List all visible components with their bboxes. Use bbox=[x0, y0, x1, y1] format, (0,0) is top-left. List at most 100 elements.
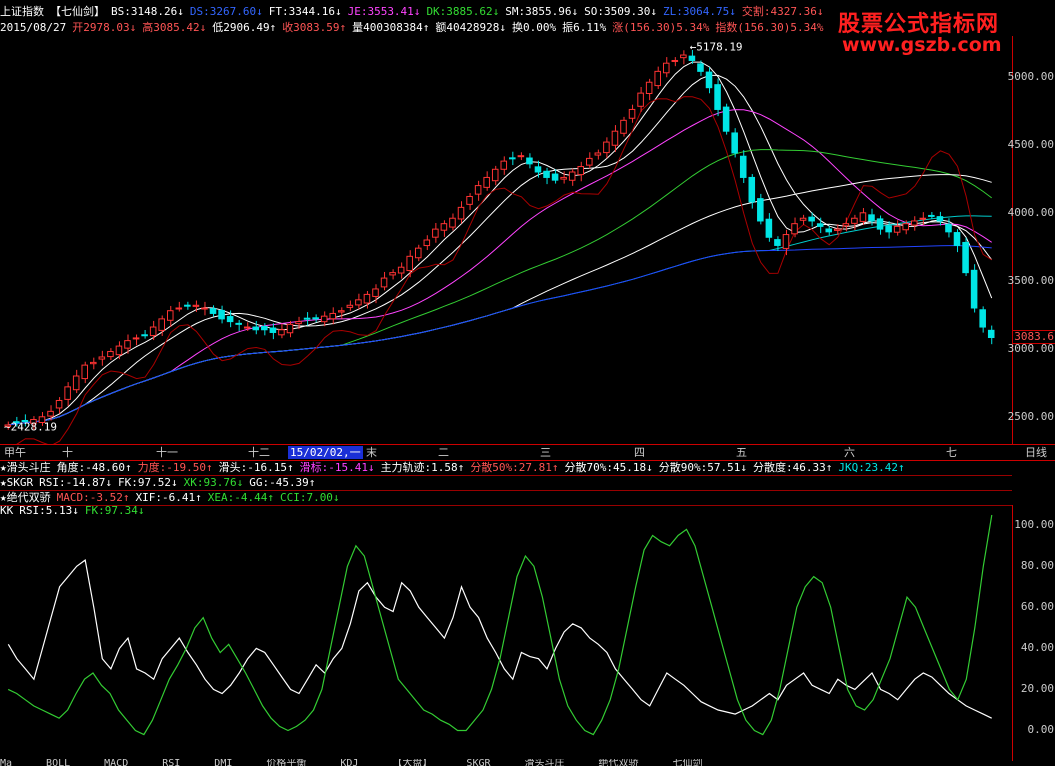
huatou-item-7: 分散70%:45.18↓ bbox=[564, 461, 653, 474]
indicator-row-juedai[interactable]: ★绝代双骄 MACD:-3.52↑ XIF:-6.41↑ XEA:-4.44↑ CCI:… bbox=[0, 490, 1012, 506]
header2-item-5: 量400308384↑ bbox=[352, 21, 430, 34]
candle-body-112 bbox=[962, 241, 969, 274]
candle-body-16 bbox=[141, 334, 148, 337]
candle-body-34 bbox=[295, 321, 302, 325]
quote-header-line2: 2015/08/27 开2978.03↓ 高3085.42↓ 低2906.49↑ 收30… bbox=[0, 20, 829, 35]
month-label-10: 六 bbox=[844, 446, 855, 459]
candle-body-91 bbox=[782, 234, 790, 249]
time-axis: 日线 甲午 十 十一 十二 15/02/02,一末 二 三 四 五 六 七 bbox=[0, 444, 1055, 461]
candle-body-106 bbox=[910, 220, 918, 226]
candle-body-60 bbox=[517, 155, 525, 158]
candle-body-6 bbox=[55, 399, 63, 409]
skgr-item-4: GG:-45.39↑ bbox=[249, 476, 316, 489]
candle-body-107 bbox=[919, 217, 927, 220]
candle-body-11 bbox=[98, 356, 106, 360]
month-label-2: 十一 bbox=[156, 446, 178, 459]
candle-body-50 bbox=[432, 228, 439, 238]
candle-body-49 bbox=[423, 239, 431, 247]
candlestick-chart[interactable]: ←5178.19 ~2428.19 bbox=[0, 36, 1012, 444]
month-label-5: 末 bbox=[366, 446, 377, 459]
candle-body-67 bbox=[577, 166, 585, 176]
month-label-1: 十 bbox=[62, 446, 73, 459]
tab-9[interactable]: 滑头斗庄 bbox=[525, 759, 565, 766]
month-label-9: 五 bbox=[736, 446, 747, 459]
candle-body-94 bbox=[808, 216, 815, 222]
candle-body-55 bbox=[474, 185, 482, 195]
high-annotation: ←5178.19 bbox=[690, 41, 743, 54]
month-label-8: 四 bbox=[634, 446, 645, 459]
candle-body-83 bbox=[714, 84, 721, 110]
ma-line-5 bbox=[8, 61, 993, 426]
tab-3[interactable]: RSI bbox=[162, 759, 180, 766]
candle-body-8 bbox=[72, 375, 80, 391]
candle-body-63 bbox=[543, 170, 550, 178]
candle-body-92 bbox=[791, 223, 798, 235]
candle-body-97 bbox=[834, 228, 841, 231]
candle-body-27 bbox=[235, 322, 242, 325]
candle-body-95 bbox=[816, 223, 824, 227]
header1-item-5: JE:3553.41↓ bbox=[347, 5, 421, 18]
candle-body-70 bbox=[603, 141, 610, 154]
candle-body-75 bbox=[645, 81, 653, 94]
header1-item-8: SO:3509.30↓ bbox=[584, 5, 658, 18]
candle-body-37 bbox=[320, 315, 328, 323]
tab-8[interactable]: SKGR bbox=[466, 759, 490, 766]
indicator-row-huatou[interactable]: ★滑头斗庄 角度:-48.60↑ 力度:-19.50↑ 滑头:-16.15↑ 滑标:-1… bbox=[0, 460, 1012, 476]
ma-line-90 bbox=[8, 215, 992, 426]
tab-6[interactable]: KDJ bbox=[340, 759, 358, 766]
kk-indicator-chart[interactable] bbox=[0, 505, 1012, 761]
tab-4[interactable]: DMI bbox=[214, 759, 232, 766]
header2-item-8: 振6.11% bbox=[562, 21, 607, 34]
candle-body-86 bbox=[739, 155, 747, 178]
header2-item-4: 收3083.59↑ bbox=[282, 21, 347, 34]
period-label[interactable]: 日线 bbox=[1025, 445, 1047, 460]
header1-item-9: ZL:3064.75↓ bbox=[663, 5, 736, 18]
tab-2[interactable]: MACD bbox=[104, 759, 128, 766]
header1-item-2: BS:3148.26↓ bbox=[111, 5, 184, 18]
candle-body-14 bbox=[124, 340, 131, 349]
candle-body-105 bbox=[902, 223, 909, 231]
juedai-item-0: ★绝代双骄 bbox=[0, 491, 51, 504]
candle-body-99 bbox=[851, 217, 858, 224]
candle-body-7 bbox=[64, 386, 71, 400]
tab-1[interactable]: BOLL bbox=[46, 759, 70, 766]
candle-body-98 bbox=[842, 223, 850, 227]
huatou-item-5: 主力轨迹:1.58↑ bbox=[380, 461, 465, 474]
candle-body-39 bbox=[338, 310, 345, 313]
huatou-item-4: 滑标:-15.41↓ bbox=[299, 461, 375, 474]
candle-body-18 bbox=[158, 318, 165, 331]
header1-item-4: FT:3344.16↓ bbox=[268, 5, 342, 18]
tab-7[interactable]: 【大盘】 bbox=[392, 759, 432, 766]
candle-body-41 bbox=[355, 299, 362, 306]
candle-body-102 bbox=[876, 218, 884, 230]
price-tick-0: 5000.00 bbox=[1007, 69, 1054, 83]
candle-body-80 bbox=[688, 55, 696, 61]
tab-5[interactable]: 价格平衡 bbox=[266, 759, 306, 766]
candle-body-79 bbox=[680, 54, 687, 59]
price-tick-1: 4500.00 bbox=[1007, 137, 1054, 151]
candle-body-113 bbox=[970, 269, 978, 309]
candle-body-114 bbox=[979, 309, 986, 328]
candle-body-31 bbox=[269, 327, 277, 333]
huatou-item-10: JKQ:23.42↑ bbox=[838, 461, 905, 474]
bottom-indicator-tabs[interactable]: Ma BOLL MACD RSI DMI 价格平衡 KDJ 【大盘】 SKGR 滑头斗庄 绝代双骄 七… bbox=[0, 759, 1055, 766]
candle-body-56 bbox=[483, 176, 490, 188]
candle-body-29 bbox=[252, 326, 260, 331]
tab-11[interactable]: 七仙剑 bbox=[673, 759, 703, 766]
header2-item-3: 低2906.49↑ bbox=[212, 21, 277, 34]
candle-body-74 bbox=[637, 92, 644, 107]
candle-body-24 bbox=[209, 308, 217, 314]
juedai-item-1: MACD:-3.52↑ bbox=[56, 491, 130, 504]
indicator-row-skgr[interactable]: ★SKGR RSI:-14.87↓ FK:97.52↓ XK:93.76↓ GG:-45… bbox=[0, 475, 1012, 491]
candle-body-93 bbox=[799, 217, 807, 221]
tab-0[interactable]: Ma bbox=[0, 759, 12, 766]
candle-body-32 bbox=[278, 329, 285, 336]
candle-body-100 bbox=[859, 212, 867, 222]
candle-body-62 bbox=[534, 166, 542, 173]
juedai-item-4: CCI:7.00↓ bbox=[279, 491, 340, 504]
indicator-tick-2: 60.00 bbox=[1020, 600, 1054, 614]
candle-body-33 bbox=[286, 323, 294, 334]
huatou-item-1: 角度:-48.60↑ bbox=[56, 461, 132, 474]
candle-body-81 bbox=[697, 63, 704, 72]
tab-10[interactable]: 绝代双骄 bbox=[599, 759, 639, 766]
